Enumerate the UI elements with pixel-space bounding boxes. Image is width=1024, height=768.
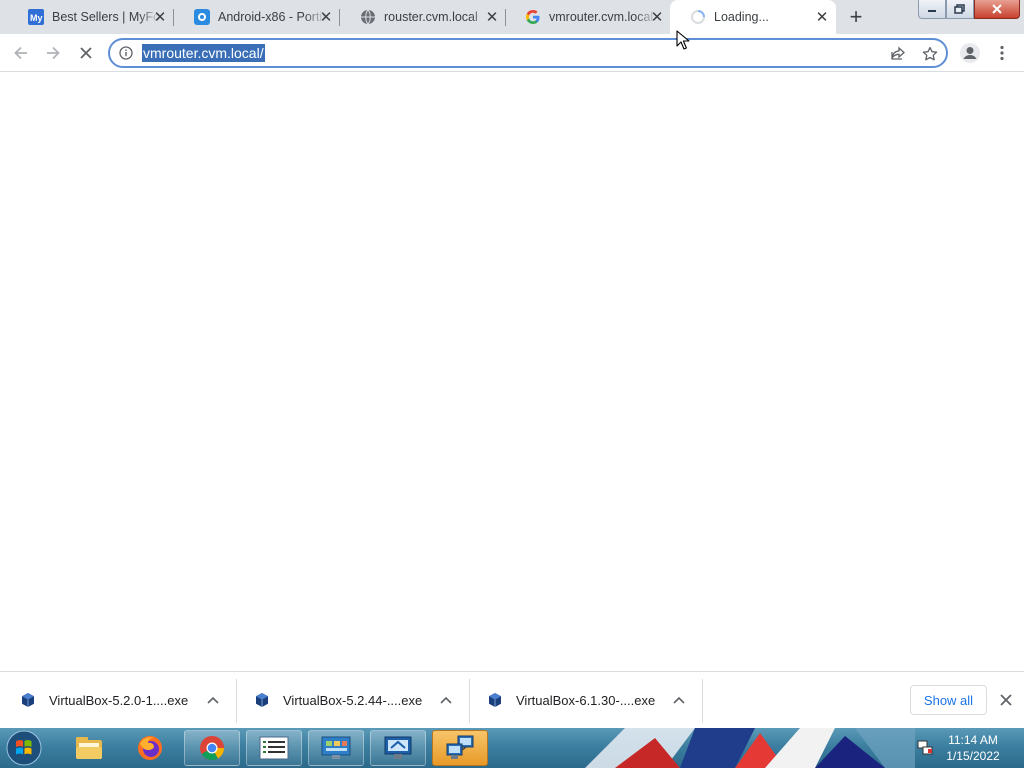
window-close-button[interactable] — [974, 0, 1020, 19]
page-content — [0, 72, 1024, 671]
close-icon[interactable]: ✕ — [152, 9, 168, 25]
virtualbox-installer-icon — [254, 692, 270, 708]
download-item[interactable]: VirtualBox-6.1.30-....exe — [467, 679, 702, 721]
tab-title: Best Sellers | MyFoot — [52, 10, 160, 24]
notepad-icon — [259, 736, 289, 760]
tab-myfonts[interactable]: My Best Sellers | MyFoot ✕ — [8, 0, 174, 34]
taskbar-firefox[interactable] — [122, 730, 178, 766]
myfonts-icon: My — [28, 9, 44, 25]
download-item[interactable]: VirtualBox-5.2.0-1....exe — [0, 679, 236, 721]
tab-rouster[interactable]: rouster.cvm.local ✕ — [340, 0, 506, 34]
svg-text:My: My — [30, 13, 43, 23]
back-arrow-icon — [14, 46, 27, 60]
tab-title: rouster.cvm.local — [384, 10, 478, 24]
android-x86-icon — [194, 9, 210, 25]
downloads-bar: VirtualBox-5.2.0-1....exe VirtualBox-5.2… — [0, 671, 1024, 729]
profile-avatar-icon — [960, 43, 980, 63]
download-filename: VirtualBox-5.2.44-....exe — [283, 692, 423, 708]
tab-title: vmrouter.cvm.local — [549, 10, 654, 24]
close-icon[interactable]: ✕ — [814, 9, 830, 25]
address-bar[interactable]: vmrouter.cvm.local/ — [108, 38, 948, 68]
google-icon — [525, 9, 541, 25]
taskbar-explorer[interactable] — [61, 730, 117, 766]
tab-android-x86[interactable]: Android-x86 - Porting ✕ — [174, 0, 340, 34]
back-button[interactable] — [8, 40, 34, 66]
new-tab-button[interactable]: + — [844, 4, 868, 29]
tab-loading[interactable]: Loading... ✕ — [670, 0, 836, 34]
taskbar-network-connection[interactable] — [432, 730, 488, 766]
close-icon[interactable]: ✕ — [484, 9, 500, 25]
download-filename: VirtualBox-5.2.0-1....exe — [49, 692, 189, 708]
clock-time: 11:14 AM — [948, 733, 998, 747]
virtualbox-installer-icon — [20, 692, 36, 708]
close-downloads-bar-button[interactable] — [996, 690, 1016, 710]
control-panel-icon — [321, 736, 351, 759]
loading-spinner-icon — [690, 9, 706, 25]
chevron-up-icon[interactable] — [204, 691, 222, 709]
tab-title: Loading... — [714, 10, 769, 24]
close-icon — [1000, 694, 1012, 706]
stop-loading-button[interactable] — [73, 40, 99, 66]
mouse-cursor-icon — [676, 30, 690, 50]
start-button[interactable] — [2, 729, 46, 767]
minimize-button[interactable] — [918, 0, 946, 19]
download-divider — [702, 679, 703, 723]
chrome-icon — [200, 736, 224, 761]
more-vert-icon — [1000, 45, 1004, 61]
minimize-icon — [928, 10, 936, 12]
taskbar-control-panel[interactable] — [308, 730, 364, 766]
chevron-up-icon[interactable] — [670, 691, 688, 709]
url-text[interactable]: vmrouter.cvm.local/ — [142, 44, 265, 62]
remote-desktop-icon — [384, 736, 412, 759]
browser-toolbar: vmrouter.cvm.local/ — [0, 34, 1024, 72]
close-icon[interactable]: ✕ — [649, 9, 665, 25]
restore-icon — [954, 4, 965, 14]
tab-title: Android-x86 - Porting — [218, 10, 326, 24]
share-icon[interactable] — [888, 44, 908, 64]
close-icon[interactable]: ✕ — [318, 9, 334, 25]
chevron-up-icon[interactable] — [437, 691, 455, 709]
windows-start-icon — [6, 730, 42, 766]
taskbar-notepad[interactable] — [246, 730, 302, 766]
profile-button[interactable] — [957, 40, 983, 66]
clock-date: 1/15/2022 — [946, 749, 1000, 763]
bookmark-star-icon[interactable] — [920, 44, 940, 64]
tab-vmrouter[interactable]: vmrouter.cvm.local ✕ — [505, 0, 671, 34]
firefox-icon — [138, 736, 162, 760]
wallpaper-art — [585, 728, 915, 768]
window-controls — [918, 0, 1020, 20]
forward-button[interactable] — [40, 40, 66, 66]
taskbar-clock[interactable]: 11:14 AM 1/15/2022 — [934, 732, 1012, 764]
download-filename: VirtualBox-6.1.30-....exe — [516, 692, 656, 708]
network-status-icon[interactable] — [916, 739, 934, 760]
taskbar-chrome[interactable] — [184, 730, 240, 766]
show-all-downloads-button[interactable]: Show all — [910, 685, 987, 715]
globe-icon — [360, 9, 376, 25]
site-info-icon[interactable] — [118, 45, 134, 61]
plus-icon: + — [849, 4, 863, 29]
close-icon — [992, 4, 1002, 14]
tab-strip: My Best Sellers | MyFoot ✕ Android-x86 -… — [0, 0, 1024, 34]
windows-explorer-icon — [76, 737, 102, 759]
menu-button[interactable] — [989, 40, 1015, 66]
taskbar-remote-desktop[interactable] — [370, 730, 426, 766]
download-item[interactable]: VirtualBox-5.2.44-....exe — [234, 679, 469, 721]
stop-icon — [80, 47, 92, 59]
forward-arrow-icon — [47, 46, 60, 60]
windows-taskbar: 11:14 AM 1/15/2022 — [0, 728, 1024, 768]
virtualbox-installer-icon — [487, 692, 503, 708]
network-connection-icon — [446, 735, 474, 759]
restore-button[interactable] — [946, 0, 974, 19]
